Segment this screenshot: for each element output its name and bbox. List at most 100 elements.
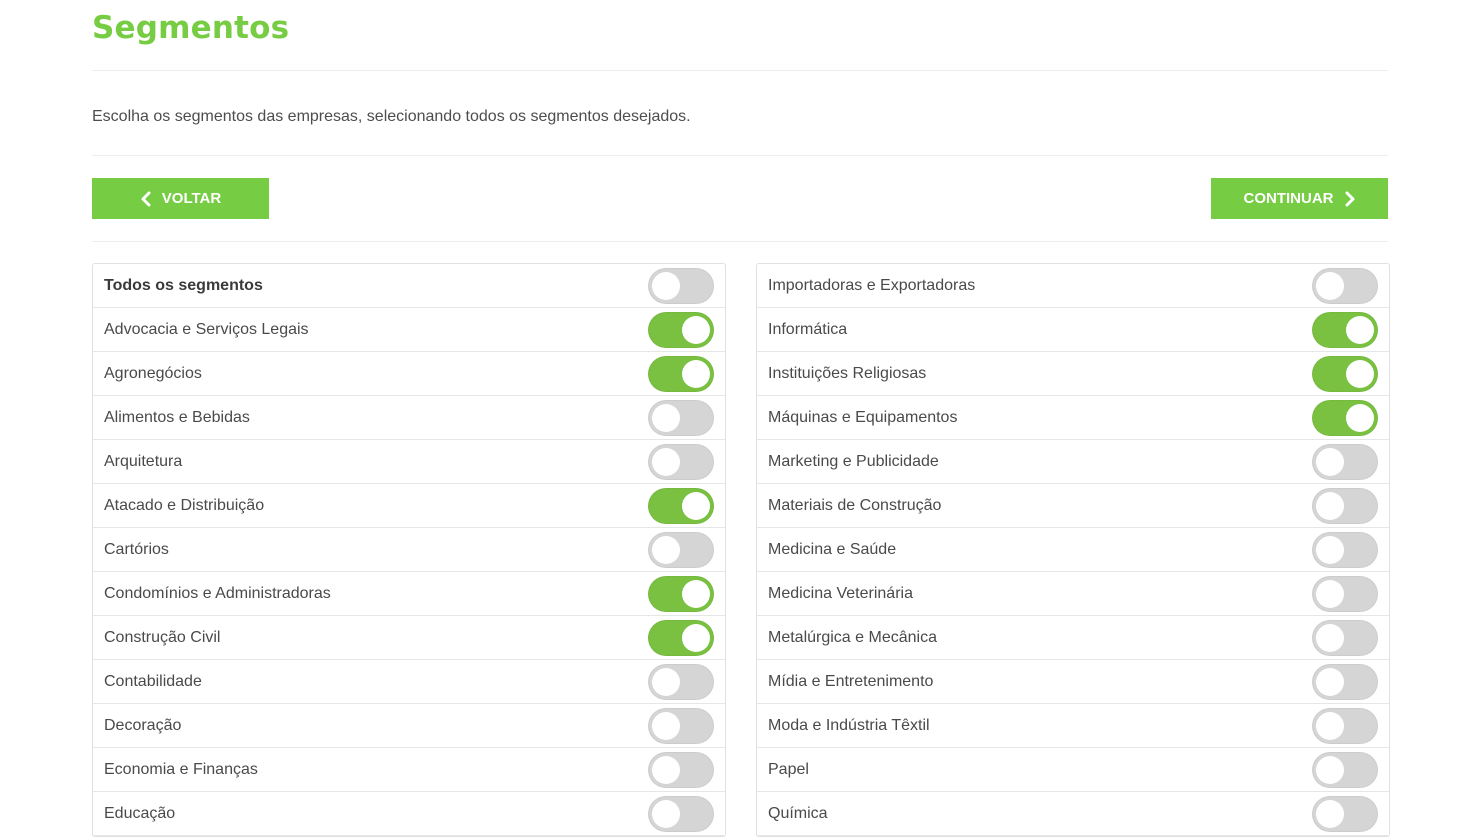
toggle-knob — [652, 447, 680, 476]
segment-toggle[interactable] — [648, 443, 714, 480]
segment-row: Informática — [757, 308, 1389, 352]
toggle-knob — [682, 315, 710, 344]
segment-toggle[interactable] — [1312, 707, 1378, 744]
segment-toggle[interactable] — [1312, 487, 1378, 524]
segment-toggle[interactable] — [648, 663, 714, 700]
segment-row: Arquitetura — [93, 440, 725, 484]
divider — [92, 241, 1388, 242]
segment-toggle[interactable] — [1312, 575, 1378, 612]
toggle-knob — [1316, 799, 1344, 828]
segment-toggle[interactable] — [648, 707, 714, 744]
segment-label: Medicina e Saúde — [768, 540, 897, 558]
segment-label: Informática — [768, 320, 848, 338]
segment-row: Condomínios e Administradoras — [93, 572, 725, 616]
segment-toggle[interactable] — [648, 795, 714, 832]
segment-list-right: Importadoras e Exportadoras Informática In… — [756, 263, 1390, 837]
toggle-knob — [1346, 359, 1374, 388]
segment-label: Química — [768, 804, 828, 822]
toggle-knob — [652, 535, 680, 564]
chevron-right-icon — [1345, 191, 1354, 206]
toggle-knob — [652, 271, 680, 300]
segment-label: Mídia e Entretenimento — [768, 672, 934, 690]
segment-row: Instituições Religiosas — [757, 352, 1389, 396]
segment-label: Medicina Veterinária — [768, 584, 913, 602]
segment-row: Química — [757, 792, 1389, 836]
toggle-knob — [1316, 623, 1344, 652]
segment-label: Economia e Finanças — [104, 760, 258, 778]
toggle-knob — [1316, 711, 1344, 740]
segment-row: Moda e Indústria Têxtil — [757, 704, 1389, 748]
page-title: Segmentos — [92, 10, 290, 46]
segment-row: Cartórios — [93, 528, 725, 572]
chevron-left-icon — [141, 191, 151, 206]
back-button-label: VOLTAR — [161, 190, 222, 207]
toggle-knob — [652, 667, 680, 696]
divider — [92, 155, 1388, 156]
toggle-knob — [1316, 667, 1344, 696]
segment-toggle[interactable] — [648, 487, 714, 524]
segment-toggle[interactable] — [648, 399, 714, 436]
segment-row: Mídia e Entretenimento — [757, 660, 1389, 704]
segment-row: Marketing e Publicidade — [757, 440, 1389, 484]
toggle-knob — [1346, 315, 1374, 344]
segment-label: Máquinas e Equipamentos — [768, 408, 958, 426]
segment-label: Atacado e Distribuição — [104, 496, 265, 514]
divider — [92, 70, 1388, 71]
segment-toggle[interactable] — [1312, 795, 1378, 832]
toggle-knob — [652, 755, 680, 784]
segment-row: Alimentos e Bebidas — [93, 396, 725, 440]
toggle-knob — [682, 491, 710, 520]
toggle-knob — [1316, 491, 1344, 520]
segment-row: Medicina Veterinária — [757, 572, 1389, 616]
segment-label: Educação — [104, 804, 176, 822]
toggle-knob — [1316, 271, 1344, 300]
segment-label: Contabilidade — [104, 672, 202, 690]
segment-toggle[interactable] — [1312, 531, 1378, 568]
segment-toggle[interactable] — [1312, 355, 1378, 392]
toggle-knob — [682, 579, 710, 608]
segment-label: Cartórios — [104, 540, 169, 558]
page-description: Escolha os segmentos das empresas, selec… — [92, 108, 691, 125]
segment-toggle[interactable] — [648, 311, 714, 348]
segment-toggle[interactable] — [1312, 311, 1378, 348]
toggle-knob — [1316, 755, 1344, 784]
segment-label: Alimentos e Bebidas — [104, 408, 250, 426]
back-button[interactable]: VOLTAR — [92, 178, 269, 219]
segment-row: Agronegócios — [93, 352, 725, 396]
segment-row: Máquinas e Equipamentos — [757, 396, 1389, 440]
continue-button-label: CONTINUAR — [1243, 190, 1334, 207]
toggle-knob — [1316, 535, 1344, 564]
segment-list-left: Todos os segmentos Advocacia e Serviços L… — [92, 263, 726, 837]
segment-row: Metalúrgica e Mecânica — [757, 616, 1389, 660]
segment-toggle[interactable] — [1312, 663, 1378, 700]
segment-row: Economia e Finanças — [93, 748, 725, 792]
segment-label: Construção Civil — [104, 628, 221, 646]
segment-label: Materiais de Construção — [768, 496, 942, 514]
segment-toggle[interactable] — [648, 619, 714, 656]
segment-toggle[interactable] — [1312, 751, 1378, 788]
segment-row: Atacado e Distribuição — [93, 484, 725, 528]
segment-label: Moda e Indústria Têxtil — [768, 716, 930, 734]
segment-toggle[interactable] — [1312, 399, 1378, 436]
segment-toggle[interactable] — [1312, 619, 1378, 656]
segment-label: Todos os segmentos — [104, 276, 263, 294]
segment-toggle[interactable] — [648, 267, 714, 304]
segment-row: Advocacia e Serviços Legais — [93, 308, 725, 352]
toggle-knob — [1316, 447, 1344, 476]
segment-label: Agronegócios — [104, 364, 202, 382]
segment-toggle[interactable] — [648, 575, 714, 612]
segment-toggle[interactable] — [1312, 267, 1378, 304]
segment-label: Advocacia e Serviços Legais — [104, 320, 309, 338]
segment-toggle[interactable] — [648, 531, 714, 568]
toggle-knob — [652, 799, 680, 828]
continue-button[interactable]: CONTINUAR — [1211, 178, 1388, 219]
segment-row: Medicina e Saúde — [757, 528, 1389, 572]
toggle-knob — [652, 403, 680, 432]
segment-label: Instituições Religiosas — [768, 364, 927, 382]
segment-label: Condomínios e Administradoras — [104, 584, 331, 602]
segment-toggle[interactable] — [1312, 443, 1378, 480]
segment-row: Educação — [93, 792, 725, 836]
segment-toggle[interactable] — [648, 751, 714, 788]
toggle-knob — [682, 359, 710, 388]
segment-toggle[interactable] — [648, 355, 714, 392]
